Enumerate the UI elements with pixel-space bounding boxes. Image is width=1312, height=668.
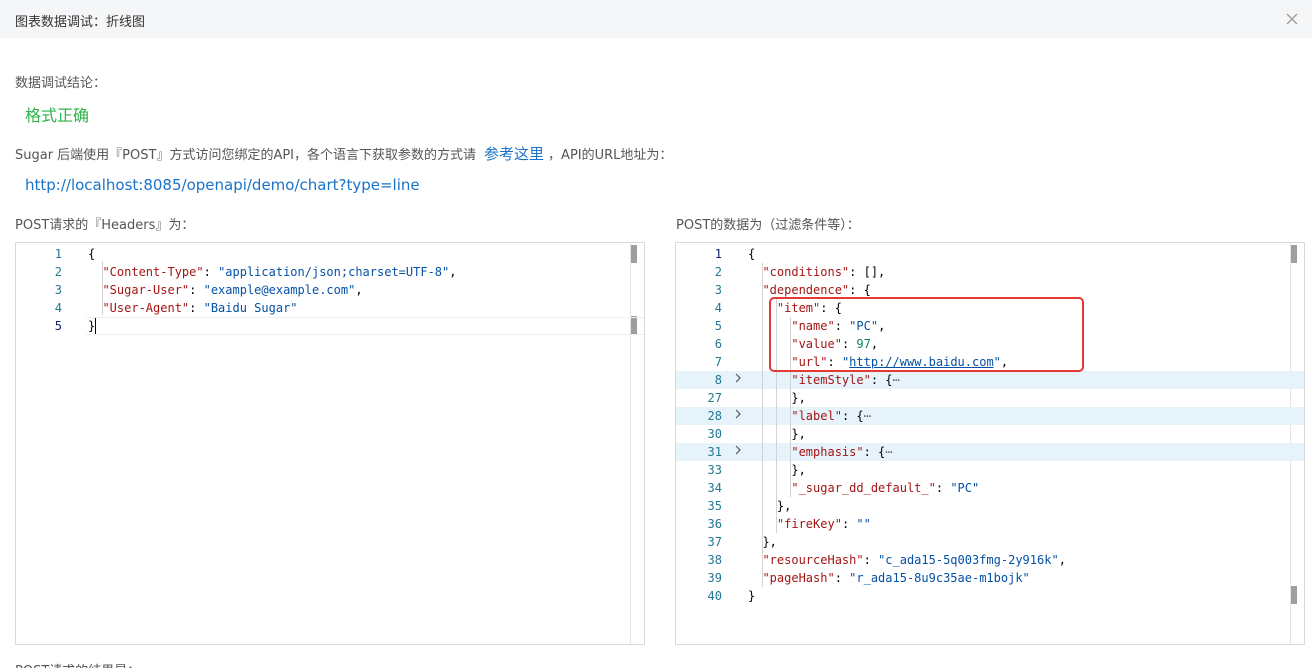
line-number: 5 bbox=[714, 319, 722, 333]
post-data-label: POST的数据为（过滤条件等）： bbox=[676, 218, 860, 233]
result-status: 格式正确 bbox=[25, 106, 90, 125]
line-number: 40 bbox=[707, 589, 722, 603]
indent-guide bbox=[790, 317, 791, 497]
code-line[interactable]: 31 "emphasis": {⋯ bbox=[676, 443, 1304, 461]
code-line[interactable]: 5 "name": "PC", bbox=[676, 317, 1304, 335]
indent-guide bbox=[776, 299, 777, 533]
line-number: 2 bbox=[714, 265, 722, 279]
line-number: 31 bbox=[707, 445, 722, 459]
description-prefix: Sugar 后端使用『POST』方式访问您绑定的API，各个语言下获取参数的方式… bbox=[15, 148, 477, 163]
dialog-title: 图表数据调试：折线图 bbox=[15, 15, 146, 30]
fold-chevron-icon[interactable] bbox=[732, 371, 744, 389]
reference-link[interactable]: 参考这里 bbox=[484, 145, 544, 163]
line-number: 36 bbox=[707, 517, 722, 531]
code-text: "pageHash": "r_ada15-8u9c35ae-m1bojk" bbox=[762, 571, 1030, 585]
line-number: 37 bbox=[707, 535, 722, 549]
dialog-header: 图表数据调试：折线图 bbox=[0, 0, 1312, 38]
code-text: "label": {⋯ bbox=[791, 409, 871, 423]
code-line[interactable]: 28 "label": {⋯ bbox=[676, 407, 1304, 425]
current-line-highlight bbox=[86, 317, 644, 335]
line-number: 7 bbox=[714, 355, 722, 369]
code-line[interactable]: 4 "item": { bbox=[676, 299, 1304, 317]
code-line[interactable]: 34 "_sugar_dd_default_": "PC" bbox=[676, 479, 1304, 497]
code-line[interactable]: 3 "dependence": { bbox=[676, 281, 1304, 299]
code-text: "emphasis": {⋯ bbox=[791, 445, 893, 459]
code-line[interactable]: 40} bbox=[676, 587, 1304, 605]
code-text: } bbox=[748, 589, 756, 603]
code-text: "name": "PC", bbox=[791, 319, 886, 333]
line-number: 34 bbox=[707, 481, 722, 495]
line-number: 6 bbox=[714, 337, 722, 351]
code-line[interactable]: 8 "itemStyle": {⋯ bbox=[676, 371, 1304, 389]
line-number: 33 bbox=[707, 463, 722, 477]
line-number: 30 bbox=[707, 427, 722, 441]
code-line[interactable]: 1{ bbox=[16, 245, 644, 263]
code-text: { bbox=[748, 247, 756, 261]
line-number: 4 bbox=[714, 301, 722, 315]
code-text: "fireKey": "" bbox=[776, 517, 871, 531]
response-label: POST请求的结果是： bbox=[15, 660, 140, 668]
code-line[interactable]: 7 "url": "http://www.baidu.com", bbox=[676, 353, 1304, 371]
code-line[interactable]: 6 "value": 97, bbox=[676, 335, 1304, 353]
post-data-editor[interactable]: 1{2 "conditions": [], 3 "dependence": {4 … bbox=[675, 242, 1305, 645]
code-line[interactable]: 27 }, bbox=[676, 389, 1304, 407]
api-url-link[interactable]: http://localhost:8085/openapi/demo/chart… bbox=[25, 176, 420, 194]
result-label: 数据调试结论： bbox=[15, 76, 107, 91]
api-description: Sugar 后端使用『POST』方式访问您绑定的API，各个语言下获取参数的方式… bbox=[15, 143, 672, 164]
line-number: 38 bbox=[707, 553, 722, 567]
line-number: 5 bbox=[54, 319, 62, 333]
code-line[interactable]: 38 "resourceHash": "c_ada15-5q003fmg-2y9… bbox=[676, 551, 1304, 569]
close-icon[interactable] bbox=[1282, 9, 1302, 29]
code-text: "value": 97, bbox=[791, 337, 879, 351]
line-number: 1 bbox=[54, 247, 62, 261]
code-line[interactable]: 2 "conditions": [], bbox=[676, 263, 1304, 281]
code-line[interactable]: 39 "pageHash": "r_ada15-8u9c35ae-m1bojk" bbox=[676, 569, 1304, 587]
code-line[interactable]: 4 "User-Agent": "Baidu Sugar" bbox=[16, 299, 644, 317]
code-text: "conditions": [], bbox=[762, 265, 886, 279]
fold-chevron-icon[interactable] bbox=[732, 443, 744, 461]
line-number: 4 bbox=[54, 301, 62, 315]
code-line[interactable]: 37 }, bbox=[676, 533, 1304, 551]
code-line[interactable]: 3 "Sugar-User": "example@example.com", bbox=[16, 281, 644, 299]
code-text: { bbox=[88, 247, 96, 261]
code-text: "Sugar-User": "example@example.com", bbox=[102, 283, 363, 297]
line-number: 3 bbox=[714, 283, 722, 297]
code-text: "Content-Type": "application/json;charse… bbox=[102, 265, 457, 279]
line-number: 8 bbox=[714, 373, 722, 387]
code-text: }, bbox=[748, 499, 792, 513]
line-number: 27 bbox=[707, 391, 722, 405]
line-number: 35 bbox=[707, 499, 722, 513]
headers-editor[interactable]: 1{2 "Content-Type": "application/json;ch… bbox=[15, 242, 645, 645]
line-number: 28 bbox=[707, 409, 722, 423]
code-text: "itemStyle": {⋯ bbox=[791, 373, 900, 387]
code-text: "dependence": { bbox=[762, 283, 871, 297]
description-suffix: ，API的URL地址为： bbox=[548, 148, 673, 163]
text-caret bbox=[95, 318, 96, 334]
code-text: "User-Agent": "Baidu Sugar" bbox=[102, 301, 298, 315]
code-line[interactable]: 1{ bbox=[676, 245, 1304, 263]
code-line[interactable]: 33 }, bbox=[676, 461, 1304, 479]
code-text: "url": "http://www.baidu.com", bbox=[791, 355, 1009, 369]
code-line[interactable]: 2 "Content-Type": "application/json;char… bbox=[16, 263, 644, 281]
code-line[interactable]: 36 "fireKey": "" bbox=[676, 515, 1304, 533]
line-number: 2 bbox=[54, 265, 62, 279]
code-line[interactable]: 35 }, bbox=[676, 497, 1304, 515]
code-line[interactable]: 30 }, bbox=[676, 425, 1304, 443]
headers-label: POST请求的『Headers』为： bbox=[15, 218, 195, 233]
line-number: 3 bbox=[54, 283, 62, 297]
fold-chevron-icon[interactable] bbox=[732, 407, 744, 425]
indent-guide bbox=[762, 263, 763, 587]
code-text: "resourceHash": "c_ada15-5q003fmg-2y916k… bbox=[762, 553, 1066, 567]
line-number: 39 bbox=[707, 571, 722, 585]
line-number: 1 bbox=[714, 247, 722, 261]
code-text: "_sugar_dd_default_": "PC" bbox=[791, 481, 980, 495]
